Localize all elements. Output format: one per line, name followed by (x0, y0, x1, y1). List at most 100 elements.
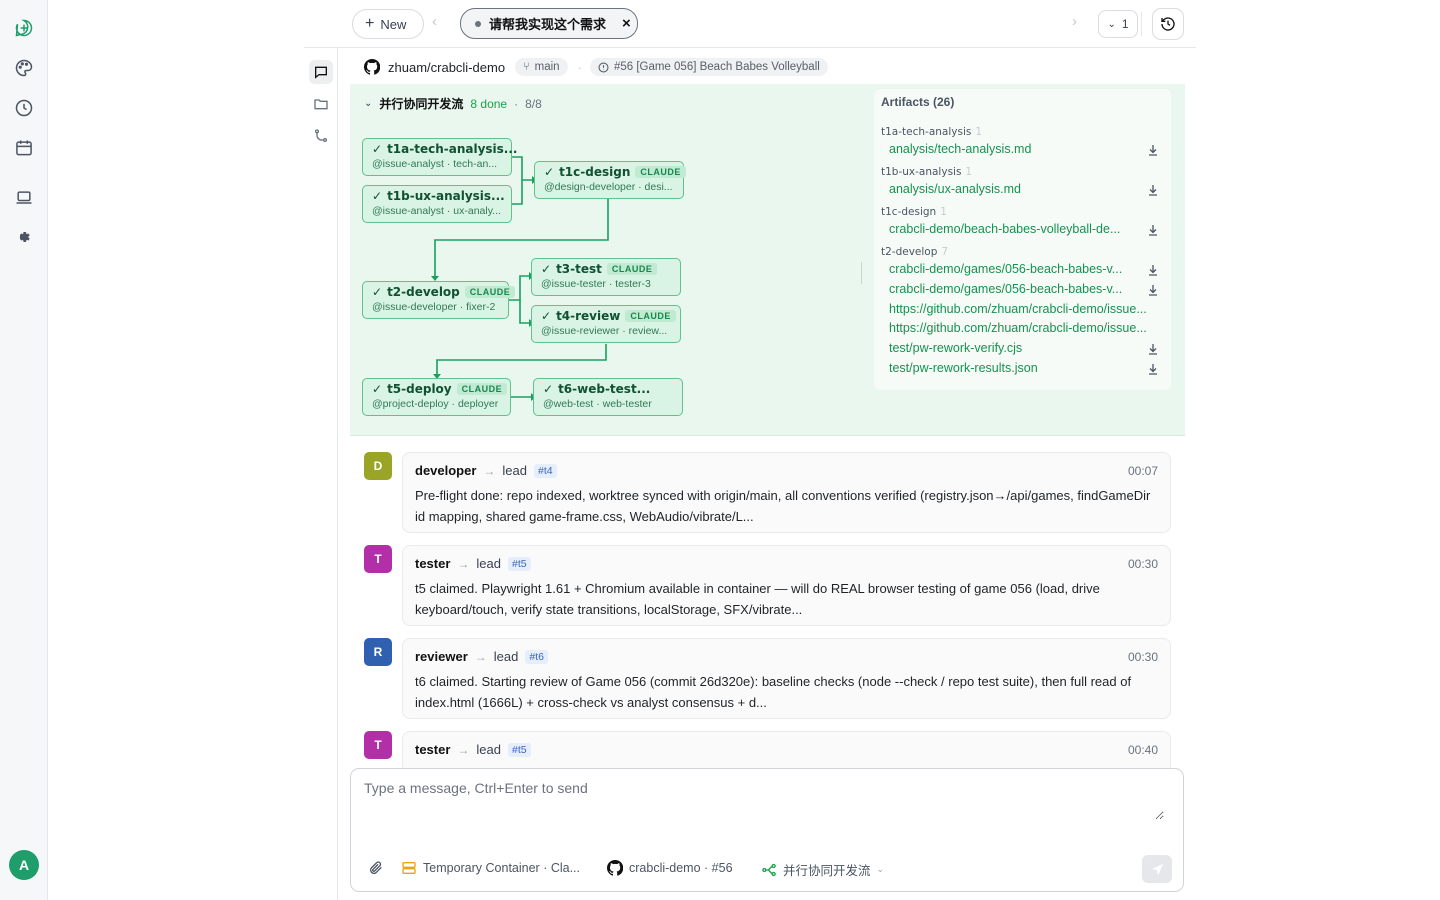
node-subtitle: @project-deploy · deployer (372, 398, 499, 410)
artifact-group-name: t1a-tech-analysis (881, 126, 972, 138)
download-icon[interactable] (1147, 144, 1159, 156)
divider (1141, 12, 1142, 36)
new-button[interactable]: + New (352, 9, 424, 39)
workflow-label: 并行协同开发流 (783, 864, 871, 878)
workflow-node[interactable]: ✓ t3-test CLAUDE @issue-tester · tester-3 (531, 258, 681, 296)
repo-label: crabcli-demo · #56 (629, 861, 733, 875)
artifact-group-count: 1 (940, 206, 947, 218)
artifact-link[interactable]: https://github.com/zhuam/crabcli-demo/is… (889, 321, 1159, 335)
workflow-selector[interactable]: 并行协同开发流 ⌄ (761, 860, 884, 879)
artifact-link[interactable]: crabcli-demo/beach-babes-volleyball-de..… (889, 222, 1134, 236)
message-composer: Temporary Container · Cla... crabcli-dem… (350, 768, 1184, 892)
branch-chip[interactable]: ⑂ main (515, 58, 568, 76)
artifact-link[interactable]: analysis/ux-analysis.md (889, 182, 1157, 196)
workflow-node[interactable]: ✓ t2-develop CLAUDE @issue-developer · fix… (362, 281, 516, 319)
check-icon: ✓ (543, 382, 554, 396)
node-title: t4-review (556, 309, 621, 323)
task-tag[interactable]: #t4 (534, 463, 557, 478)
message-recipient: lead (476, 556, 501, 571)
download-icon[interactable] (1147, 343, 1159, 355)
check-icon: ✓ (372, 189, 383, 203)
workflow-node[interactable]: ✓ t6-web-test... @web-test · web-tester (533, 378, 683, 416)
artifact-link[interactable]: https://github.com/zhuam/crabcli-demo/is… (889, 302, 1159, 316)
calendar-icon[interactable] (12, 136, 36, 160)
arrow-right-icon: → (457, 742, 470, 757)
container-selector[interactable]: Temporary Container · Cla... (401, 860, 580, 876)
session-tab[interactable]: 请帮我实现这个需求 × (460, 8, 638, 39)
github-icon (607, 860, 623, 876)
claude-badge: CLAUDE (456, 383, 508, 395)
branch-icon[interactable] (309, 124, 333, 148)
chevron-down-icon: ⌄ (876, 864, 885, 874)
message-time: 00:40 (1127, 742, 1158, 757)
artifact-group-count: 7 (941, 246, 949, 258)
node-title: t6-web-test... (558, 382, 651, 396)
node-subtitle: @issue-tester · tester-3 (541, 278, 651, 290)
message-time: 00:30 (1127, 556, 1158, 571)
download-icon[interactable] (1147, 264, 1159, 276)
container-icon (402, 862, 416, 874)
message-recipient: lead (493, 649, 519, 664)
artifact-group-name: t2-develop (881, 246, 938, 258)
arrow-right-icon: → (474, 649, 487, 664)
task-tag[interactable]: #t5 (508, 556, 531, 571)
artifact-group: t1a-tech-analysis 1 (881, 126, 982, 138)
repo-name[interactable]: zhuam/crabcli-demo (388, 60, 505, 75)
artifact-link[interactable]: test/pw-rework-verify.cjs (889, 341, 1157, 355)
chevron-down-icon: ⌄ (1107, 18, 1116, 30)
workflow-node[interactable]: ✓ t1c-design CLAUDE @design-developer · de… (534, 161, 686, 199)
workflow-node[interactable]: ✓ t1a-tech-analysis... @issue-analyst · t… (362, 138, 518, 176)
node-title: t5-deploy (387, 382, 452, 396)
folder-icon[interactable] (309, 92, 333, 116)
laptop-icon[interactable] (12, 186, 36, 210)
new-chat-icon[interactable] (12, 16, 36, 40)
artifact-link[interactable]: test/pw-rework-results.json (889, 361, 1157, 375)
workflow-node[interactable]: ✓ t5-deploy CLAUDE @project-deploy · deplo… (362, 378, 511, 416)
workflow-header[interactable]: ⌄ 并行协同开发流 8 done · 8/8 (364, 95, 542, 112)
container-label: Temporary Container · Cla... (423, 861, 581, 875)
task-tag[interactable]: #t5 (508, 742, 531, 757)
resize-handle[interactable] (861, 262, 862, 284)
settings-icon[interactable] (12, 225, 36, 249)
send-button[interactable] (1142, 855, 1172, 883)
close-icon[interactable]: × (622, 15, 631, 32)
message-input[interactable] (364, 780, 1164, 820)
chevron-left-icon[interactable]: ‹ (432, 13, 437, 30)
download-icon[interactable] (1147, 363, 1159, 375)
chevron-down-icon[interactable]: ⌄ (364, 98, 372, 109)
history-button[interactable] (1152, 8, 1184, 40)
message-card: reviewer → lead #t6 00:30 t6 claimed. St… (402, 638, 1171, 719)
workflow-name: 并行协同开发流 (379, 97, 464, 111)
message-card: tester → lead #t5 00:30 t5 claimed. Play… (402, 545, 1171, 626)
chat-icon[interactable] (309, 60, 333, 84)
workflow-node[interactable]: ✓ t4-review CLAUDE @issue-reviewer · revie… (531, 305, 681, 343)
node-title: t2-develop (387, 285, 460, 299)
download-icon[interactable] (1147, 284, 1159, 296)
palette-icon[interactable] (12, 56, 36, 80)
artifact-group-name: t1b-ux-analysis (881, 166, 962, 178)
message-time: 00:30 (1127, 649, 1158, 664)
history-icon[interactable] (12, 96, 36, 120)
message-sender: reviewer (415, 649, 468, 664)
issue-title: #56 [Game 056] Beach Babes Volleyball (613, 61, 820, 73)
issue-chip[interactable]: #56 [Game 056] Beach Babes Volleyball (589, 58, 828, 76)
status-dot (475, 20, 481, 27)
session-count-dropdown[interactable]: ⌄ 1 (1098, 10, 1138, 38)
workflow-node[interactable]: ✓ t1b-ux-analysis... @issue-analyst · ux-… (362, 185, 512, 223)
chevron-right-icon[interactable]: › (1072, 13, 1077, 30)
artifact-link[interactable]: analysis/tech-analysis.md (889, 142, 1157, 156)
download-icon[interactable] (1147, 224, 1159, 236)
paperclip-icon (370, 861, 382, 874)
attach-button[interactable] (368, 860, 384, 876)
task-tag[interactable]: #t6 (525, 649, 548, 664)
repo-selector[interactable]: crabcli-demo · #56 (607, 860, 733, 876)
artifact-link[interactable]: crabcli-demo/games/056-beach-babes-v... (889, 282, 1139, 296)
repo-header: zhuam/crabcli-demo ⑂ main · #56 [Game 05… (350, 54, 1185, 80)
download-icon[interactable] (1147, 184, 1159, 196)
message-sender: tester (415, 742, 451, 757)
arrow-right-icon: → (457, 556, 470, 571)
github-icon (364, 59, 380, 75)
message-body: t6 claimed. Starting review of Game 056 … (415, 674, 1132, 710)
user-avatar[interactable]: A (9, 850, 39, 880)
artifact-link[interactable]: crabcli-demo/games/056-beach-babes-v... (889, 262, 1139, 276)
